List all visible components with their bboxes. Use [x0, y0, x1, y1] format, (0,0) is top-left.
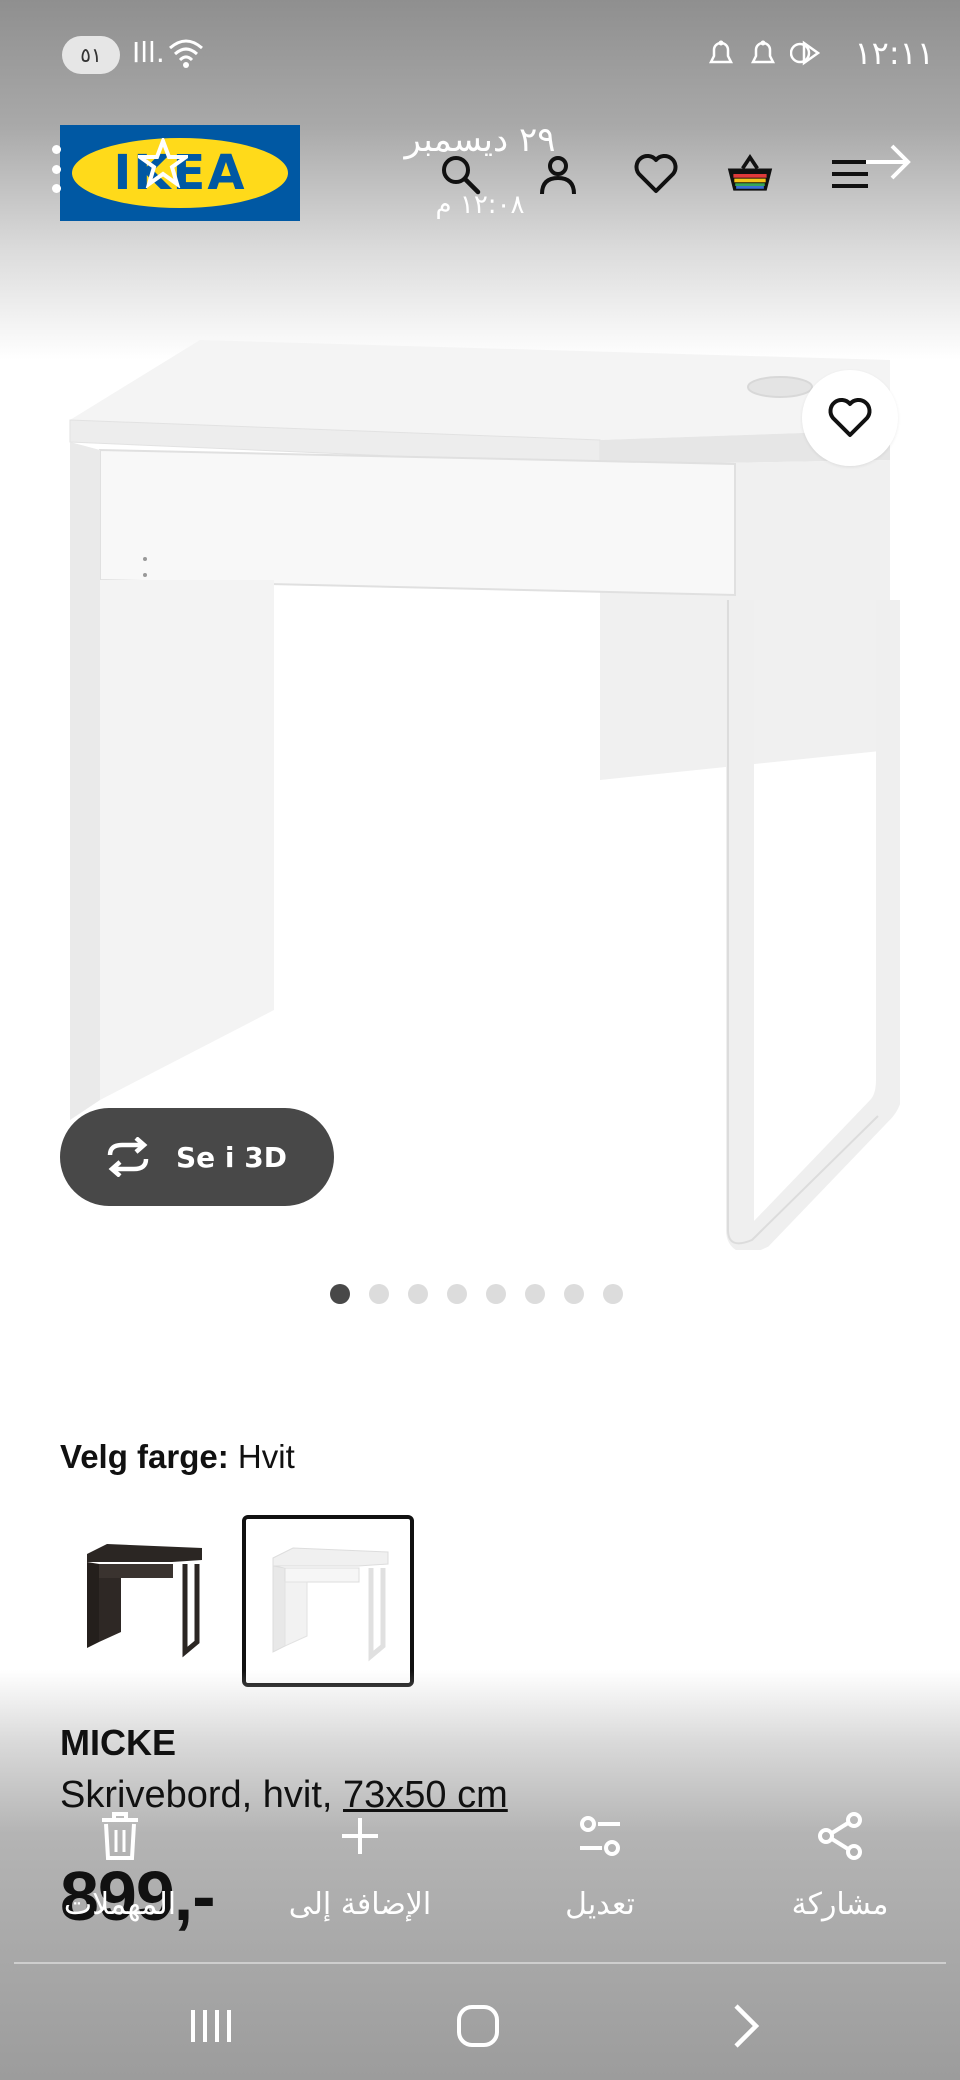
- pager-dot-3[interactable]: [408, 1284, 428, 1304]
- color-option-white[interactable]: [242, 1515, 414, 1687]
- add-action[interactable]: الإضافة إلى: [260, 1806, 460, 1936]
- signal-icon: Ill.: [132, 36, 165, 69]
- plus-icon: [342, 1818, 378, 1854]
- recent-apps-icon[interactable]: [172, 1996, 252, 2056]
- star-icon: [138, 138, 188, 188]
- account-icon[interactable]: [534, 150, 582, 198]
- trash-icon: [102, 1812, 138, 1860]
- view-3d-label: Se i 3D: [176, 1140, 287, 1174]
- white-desk-thumbnail: [272, 1547, 389, 1662]
- share-label: مشاركة: [791, 1887, 889, 1922]
- black-desk-thumbnail: [87, 1544, 202, 1658]
- overflow-dots-icon[interactable]: [52, 145, 64, 193]
- system-nav-bar: [0, 1966, 960, 2080]
- search-icon[interactable]: [436, 150, 484, 198]
- rotate-3d-icon: [107, 1137, 149, 1177]
- pager-dot-4[interactable]: [447, 1284, 467, 1304]
- arrow-right-icon: [866, 144, 911, 180]
- basket-icon[interactable]: [726, 150, 774, 198]
- add-label: الإضافة إلى: [288, 1887, 432, 1922]
- pager-dot-1[interactable]: [330, 1284, 350, 1304]
- home-icon[interactable]: [438, 1996, 518, 2056]
- status-time: ١٢:١١: [854, 34, 934, 72]
- edit-label: تعديل: [565, 1887, 635, 1922]
- pager-dot-7[interactable]: [564, 1284, 584, 1304]
- share-action[interactable]: مشاركة: [740, 1806, 940, 1936]
- play-icon: [789, 38, 821, 75]
- pager-dot-2[interactable]: [369, 1284, 389, 1304]
- delete-label: المهملات: [63, 1887, 177, 1922]
- notification-icon-2: [748, 38, 778, 75]
- pager-dot-8[interactable]: [603, 1284, 623, 1304]
- notification-icon: [706, 38, 736, 75]
- color-selector-label: Velg farge: Hvit: [60, 1438, 295, 1476]
- status-bar: ٥١ Ill. ١٢:١١: [0, 0, 960, 110]
- pager-dot-6[interactable]: [525, 1284, 545, 1304]
- back-icon[interactable]: [706, 1996, 786, 2056]
- view-3d-button[interactable]: Se i 3D: [60, 1108, 334, 1206]
- sliders-icon: [580, 1816, 620, 1856]
- color-option-black-brown[interactable]: [60, 1515, 224, 1679]
- share-icon: [818, 1812, 862, 1860]
- color-value: Hvit: [237, 1438, 295, 1475]
- battery-indicator: ٥١: [62, 36, 120, 74]
- wifi-icon: [166, 36, 206, 77]
- delete-action[interactable]: المهملات: [20, 1806, 220, 1936]
- product-name: MICKE: [60, 1722, 176, 1763]
- nav-divider: [14, 1962, 946, 1964]
- favorites-icon[interactable]: [632, 150, 680, 198]
- edit-action[interactable]: تعديل: [500, 1806, 700, 1936]
- site-header: IKEA ٢٩ ديسمبر ١٢:٠٨ م: [0, 110, 960, 240]
- heart-icon: [828, 398, 872, 437]
- pager-dot-5[interactable]: [486, 1284, 506, 1304]
- color-label: Velg farge:: [60, 1438, 229, 1475]
- image-pager[interactable]: [330, 1284, 623, 1304]
- favorite-button[interactable]: [802, 370, 898, 466]
